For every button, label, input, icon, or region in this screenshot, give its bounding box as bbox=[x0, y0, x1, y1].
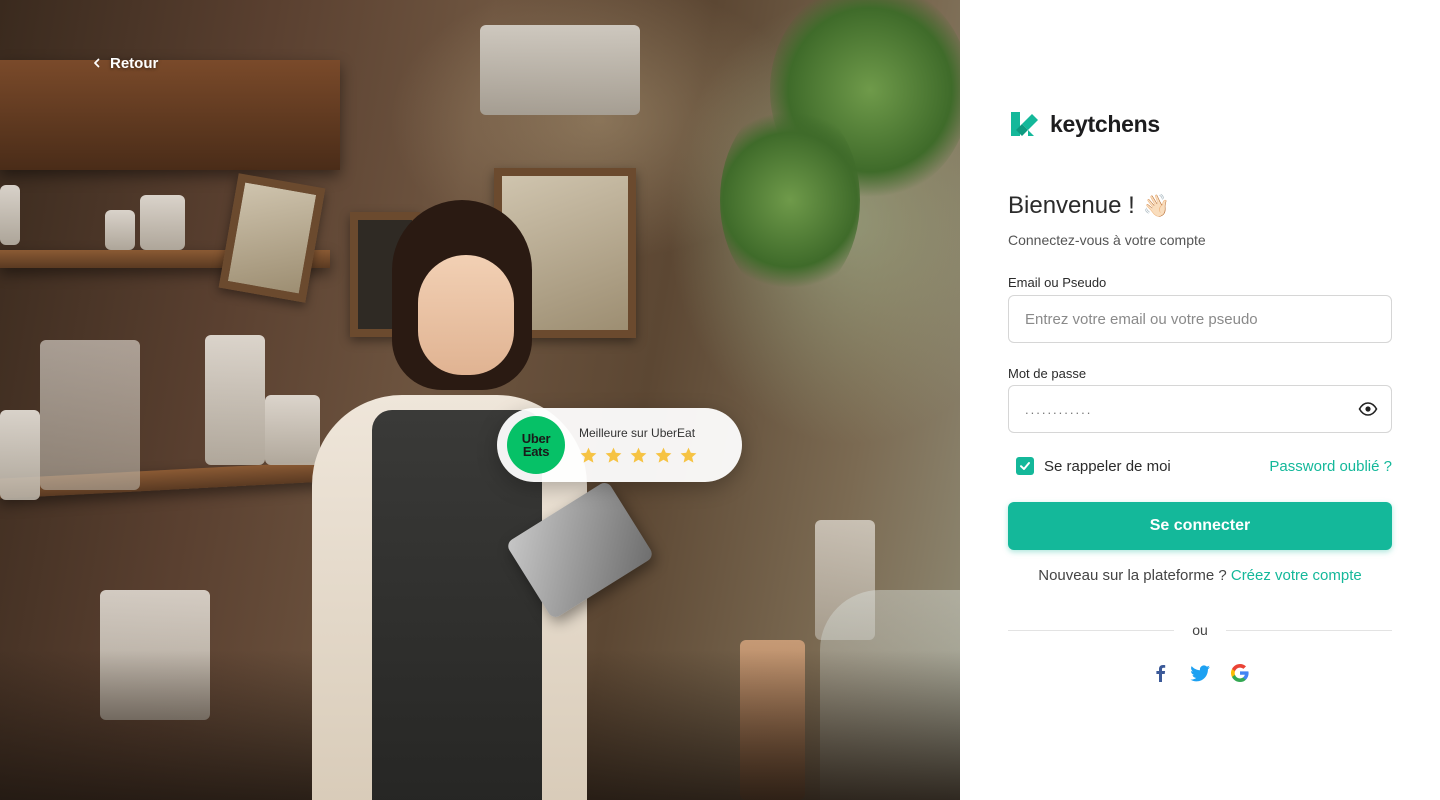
remember-label: Se rappeler de moi bbox=[1044, 457, 1171, 475]
remember-me[interactable]: Se rappeler de moi bbox=[1016, 457, 1171, 475]
ubereats-logo-line2: Eats bbox=[522, 444, 550, 459]
star-icon bbox=[680, 447, 697, 463]
facebook-icon[interactable] bbox=[1149, 662, 1171, 684]
keytchens-logo-icon bbox=[1011, 112, 1038, 136]
wall-shelf-top bbox=[0, 60, 340, 170]
forgot-password-link[interactable]: Password oublié ? bbox=[1269, 458, 1392, 475]
welcome-heading: Bienvenue ! 👋🏻 bbox=[1008, 192, 1170, 220]
password-wrapper bbox=[1008, 385, 1392, 433]
wall-picture bbox=[218, 173, 326, 303]
twitter-icon[interactable] bbox=[1189, 662, 1211, 684]
ubereats-logo: Uber Eats bbox=[507, 416, 565, 474]
page-subtitle: Connectez-vous à votre compte bbox=[1008, 232, 1206, 248]
star-icon bbox=[580, 447, 597, 463]
email-label: Email ou Pseudo bbox=[1008, 275, 1107, 290]
plate-stack bbox=[0, 410, 40, 500]
divider-line bbox=[1008, 629, 1175, 631]
star-icon bbox=[605, 447, 622, 463]
email-field[interactable] bbox=[1008, 295, 1392, 343]
chevron-left-icon bbox=[94, 58, 100, 68]
bowl-stack bbox=[105, 210, 135, 250]
divider-text: ou bbox=[1192, 622, 1208, 638]
signup-link[interactable]: Créez votre compte bbox=[1231, 567, 1362, 584]
password-field[interactable] bbox=[1008, 385, 1392, 433]
bowl-stack bbox=[140, 195, 185, 250]
star-rating bbox=[579, 446, 698, 465]
star-icon bbox=[630, 447, 647, 463]
hanging-plant bbox=[720, 100, 860, 300]
password-label: Mot de passe bbox=[1008, 366, 1087, 381]
waving-hand-icon: 👋🏻 bbox=[1142, 193, 1171, 218]
check-icon bbox=[1020, 462, 1030, 470]
bowl-stack bbox=[0, 185, 20, 245]
plate-stack bbox=[205, 335, 265, 465]
back-link-label: Retour bbox=[110, 54, 159, 72]
rating-title: Meilleure sur UberEat bbox=[579, 425, 696, 440]
brand: keytchens bbox=[1008, 108, 1160, 140]
air-conditioner bbox=[480, 25, 640, 115]
brand-name: keytchens bbox=[1050, 110, 1160, 137]
page-title: Bienvenue ! bbox=[1008, 192, 1135, 219]
back-link[interactable]: Retour bbox=[92, 52, 158, 74]
divider-line bbox=[1225, 629, 1393, 631]
person-face bbox=[418, 255, 514, 375]
signup-prompt-text: Nouveau sur la plateforme ? bbox=[1038, 567, 1227, 584]
login-panel: keytchens Bienvenue ! 👋🏻 Connectez-vous … bbox=[960, 0, 1440, 800]
rating-card: Uber Eats Meilleure sur UberEat bbox=[497, 408, 742, 482]
google-icon[interactable] bbox=[1229, 662, 1251, 684]
star-icon bbox=[655, 447, 672, 463]
hero-image bbox=[0, 0, 960, 800]
glass-dispenser bbox=[40, 340, 140, 490]
login-button[interactable]: Se connecter bbox=[1008, 502, 1392, 550]
plate-stack bbox=[265, 395, 320, 465]
signup-prompt: Nouveau sur la plateforme ? Créez votre … bbox=[1008, 567, 1392, 584]
divider: ou bbox=[1008, 620, 1393, 640]
social-login bbox=[1008, 662, 1392, 684]
remember-checkbox[interactable] bbox=[1016, 457, 1034, 475]
eye-icon[interactable] bbox=[1358, 399, 1378, 419]
